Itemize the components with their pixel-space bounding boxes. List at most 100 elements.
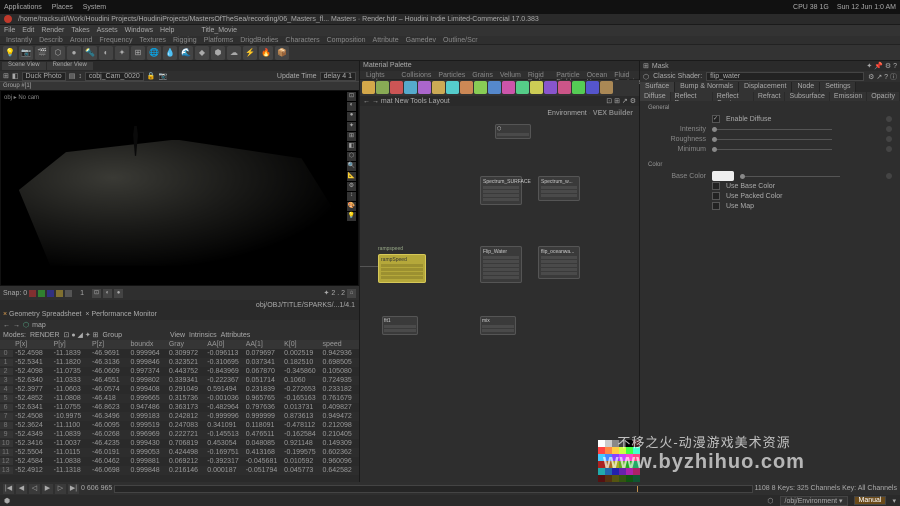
tab-geo-spreadsheet[interactable]: × Geometry Spreadsheet (3, 311, 81, 319)
shelf-tool-icon[interactable] (530, 81, 543, 94)
palette-swatch[interactable] (626, 475, 633, 482)
ss-mode[interactable]: RENDER (30, 332, 60, 339)
param-subtab[interactable]: Reflect Coat (713, 92, 754, 101)
status-path[interactable]: /obj/Environment ▾ (780, 496, 848, 506)
viewport-tool-icon[interactable]: ● (347, 112, 356, 121)
shelf-tool-icon[interactable] (600, 81, 613, 94)
node-spectrum-w[interactable]: Spectrum_w... (538, 176, 580, 201)
ss-intrinsics[interactable]: Intrinsics (189, 332, 217, 339)
sys-system[interactable]: System (83, 4, 106, 11)
sys-places[interactable]: Places (52, 4, 73, 11)
viewport-tool-icon[interactable]: 💡 (347, 212, 356, 221)
enable-diffuse-checkbox[interactable] (712, 115, 720, 123)
shelf-tool-icon[interactable]: 🌊 (179, 46, 193, 60)
table-row[interactable]: 9-52.4349-11.0839-46.02680.9969690.22272… (0, 430, 359, 439)
palette-swatch[interactable] (619, 475, 626, 482)
pin-icon[interactable] (886, 146, 892, 152)
ss-view[interactable]: View (170, 332, 185, 339)
shelf-tab[interactable]: Rigging (171, 37, 199, 43)
menu-file[interactable]: File (4, 27, 15, 34)
vp-camera[interactable]: cobj_Cam_0020 (85, 72, 144, 81)
vp-frame[interactable]: 2 . 2 (331, 290, 345, 297)
palette-swatch[interactable] (633, 475, 640, 482)
table-row[interactable]: 11-52.5504-11.0115-46.01910.9990530.4244… (0, 448, 359, 457)
shelf-tool-icon[interactable] (432, 81, 445, 94)
shelf-tool-icon[interactable]: ● (67, 46, 81, 60)
vp-delay[interactable]: delay 4 1 (320, 72, 356, 81)
shelf-tool-icon[interactable] (390, 81, 403, 94)
table-row[interactable]: 2-52.4098-11.0735-46.06090.9973740.44375… (0, 367, 359, 376)
viewport-3d[interactable]: obj ▸ No cam ⊡◐●✦⊞◧⬡🔍📐⚙↕🎨💡 (0, 90, 359, 286)
shelf-tab[interactable]: Attribute (371, 37, 401, 43)
shelf-tab[interactable]: Collisions (399, 72, 433, 78)
viewport-tool-icon[interactable]: 🎨 (347, 202, 356, 211)
ss-node[interactable]: map (32, 322, 46, 329)
viewport-tool-icon[interactable]: ⊡ (347, 92, 356, 101)
pin-icon[interactable] (886, 173, 892, 179)
shelf-tool-icon[interactable]: 📦 (275, 46, 289, 60)
shader-name-input[interactable]: flip_water (706, 72, 864, 81)
shelf-tab[interactable]: Ocean House (585, 72, 610, 78)
shelf-tool-icon[interactable] (572, 81, 585, 94)
shelf-tab[interactable]: DrigdBodies (238, 37, 280, 43)
viewport-tool-icon[interactable]: 📐 (347, 172, 356, 181)
shelf-tool-icon[interactable] (488, 81, 501, 94)
net-new[interactable]: New (395, 98, 409, 105)
shelf-tool-icon[interactable] (544, 81, 557, 94)
param-subtab[interactable]: Refract (754, 92, 786, 101)
param-tab[interactable]: Surface (640, 82, 675, 92)
viewport-tool-icon[interactable]: ⬡ (347, 152, 356, 161)
param-subtab[interactable]: Subsurface (785, 92, 829, 101)
param-subtab[interactable]: Diffuse (640, 92, 671, 101)
param-tab[interactable]: Node (792, 82, 820, 92)
update-mode[interactable]: Manual (854, 496, 887, 505)
shelf-tool-icon[interactable]: ◐ (99, 46, 113, 60)
param-tab[interactable]: Bump & Normals (675, 82, 739, 92)
geo-breadcrumb[interactable]: obj/OBJ/TITLE/SPARKS/...1/4.1 (256, 302, 355, 309)
menu-takes[interactable]: Takes (71, 27, 89, 34)
palette-swatch[interactable] (612, 475, 619, 482)
table-row[interactable]: 1-52.5341-11.1820-46.31360.9998460.32352… (0, 358, 359, 367)
tab-scene-view[interactable]: Scene View (2, 62, 46, 70)
shelf-tool-icon[interactable]: 🔦 (83, 46, 97, 60)
param-subtab[interactable]: Emission (830, 92, 867, 101)
shelf-tool-icon[interactable]: ✦ (115, 46, 129, 60)
shelf-tool-icon[interactable]: ☁ (227, 46, 241, 60)
frame-f1[interactable]: 606 (87, 485, 99, 492)
shelf-tab[interactable]: Around (68, 37, 95, 43)
table-row[interactable]: 0-52.4598-11.1839-46.96910.9999640.30997… (0, 349, 359, 358)
shelf-tool-icon[interactable]: 📷 (19, 46, 33, 60)
prev-frame-icon[interactable]: ◀ (16, 484, 27, 494)
snap-label[interactable]: Snap: 0 (3, 290, 27, 297)
viewport-tool-icon[interactable]: ◐ (347, 102, 356, 111)
net-tools[interactable]: Tools (410, 98, 426, 105)
shelf-tool-icon[interactable]: ⚡ (243, 46, 257, 60)
flag-yellow-icon[interactable] (56, 290, 63, 297)
flag-gray-icon[interactable] (65, 290, 72, 297)
table-row[interactable]: 8-52.3624-11.1100-46.00950.9995190.24708… (0, 421, 359, 430)
shelf-tool-icon[interactable] (460, 81, 473, 94)
viewport-tool-icon[interactable]: ✦ (347, 122, 356, 131)
shelf-tab[interactable]: Vellum (498, 72, 523, 78)
flag-green-icon[interactable] (38, 290, 45, 297)
shelf-tool-icon[interactable] (362, 81, 375, 94)
frame-f2[interactable]: 965 (101, 485, 113, 492)
param-tab[interactable]: Settings (820, 82, 856, 92)
param-subtab[interactable]: Opacity (867, 92, 900, 101)
menu-windows[interactable]: Windows (125, 27, 153, 34)
shelf-tool-icon[interactable] (516, 81, 529, 94)
viewport-tool-icon[interactable]: ↕ (347, 192, 356, 201)
net-path[interactable]: mat (381, 98, 395, 105)
tab-render-view[interactable]: Render View (47, 62, 93, 70)
use-packedcolor-checkbox[interactable] (712, 192, 720, 200)
shelf-tool-icon[interactable]: ⬢ (211, 46, 225, 60)
table-row[interactable]: 12-52.4584-11.0838-46.04620.9998810.0692… (0, 457, 359, 466)
shelf-tab[interactable]: Outline/Scr (441, 37, 480, 43)
use-map-checkbox[interactable] (712, 202, 720, 210)
shelf-tool-icon[interactable] (474, 81, 487, 94)
shelf-tab[interactable]: Characters (283, 37, 321, 43)
menu-edit[interactable]: Edit (22, 27, 34, 34)
node-spectrum-surface[interactable]: Spectrum_SURFACE (480, 176, 522, 205)
viewport-tool-icon[interactable]: ⊞ (347, 132, 356, 141)
viewport-tool-icon[interactable]: ◧ (347, 142, 356, 151)
